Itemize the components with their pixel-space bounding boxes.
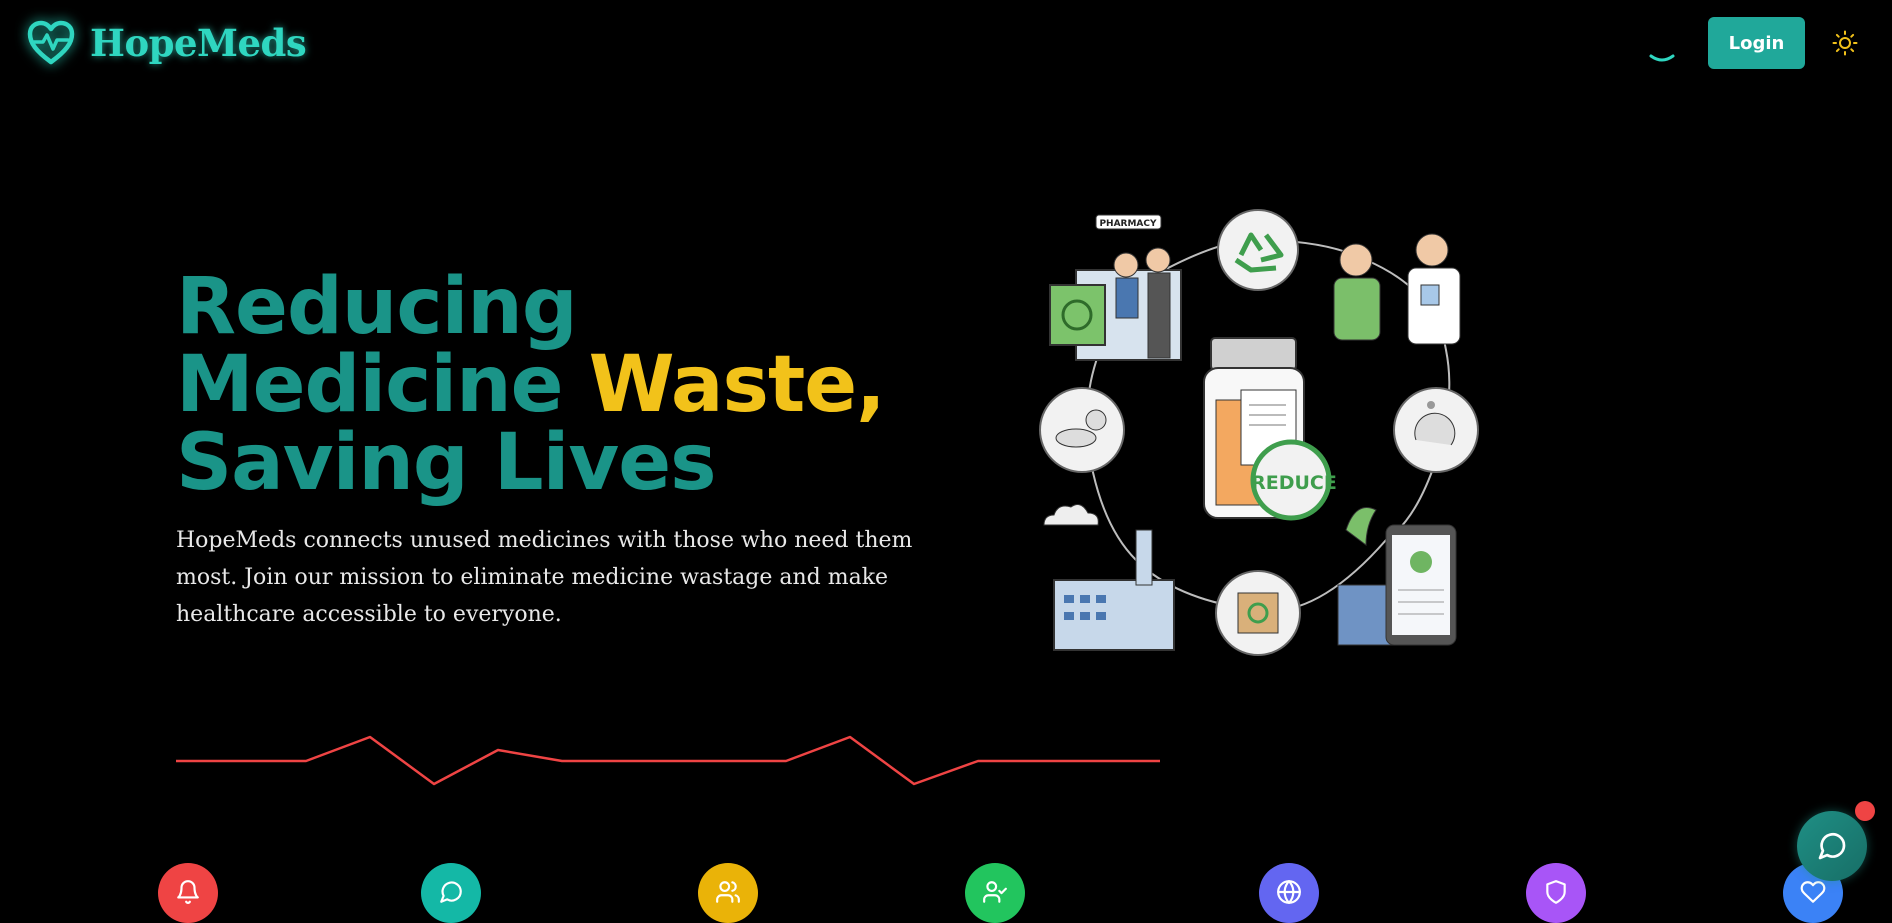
brand-logo[interactable]: HopeMeds	[26, 18, 307, 68]
hero-title-line1: Reducing	[176, 262, 578, 352]
heart-icon	[1800, 881, 1826, 903]
brand-name: HopeMeds	[90, 21, 307, 65]
recycle-circle-top	[1217, 209, 1299, 291]
doctor-patient-scene	[1333, 233, 1461, 345]
feature-shield[interactable]	[1526, 863, 1586, 923]
chevron-down-icon[interactable]	[1648, 52, 1676, 66]
heartbeat-divider	[176, 735, 1160, 786]
pill-circle-right	[1393, 387, 1479, 473]
feature-user-check[interactable]	[965, 863, 1025, 923]
hero-title: Reducing Medicine Waste, Saving Lives	[176, 268, 886, 502]
globe-icon	[1277, 880, 1301, 904]
hero-title-line3: Saving Lives	[176, 418, 717, 508]
phone-app-scene	[1337, 507, 1457, 646]
pharmacy-scene: PHARMACY	[1049, 214, 1182, 361]
notification-dot	[1855, 801, 1875, 821]
medicine-bottle: REDUCE	[1203, 337, 1337, 521]
feature-message[interactable]	[421, 863, 481, 923]
pharmacy-sign: PHARMACY	[1099, 219, 1157, 229]
feature-globe[interactable]	[1259, 863, 1319, 923]
user-check-icon	[983, 881, 1007, 903]
bell-icon	[177, 880, 199, 904]
reduce-badge: REDUCE	[1251, 472, 1337, 494]
hero-subtitle: HopeMeds connects unused medicines with …	[176, 528, 913, 627]
factory-scene	[1043, 504, 1175, 651]
login-button[interactable]: Login	[1708, 17, 1805, 69]
chat-button[interactable]	[1797, 801, 1875, 881]
hero-title-accent: Waste,	[588, 340, 886, 430]
hero-title-line2: Medicine	[176, 340, 589, 430]
feature-users[interactable]	[698, 863, 758, 923]
feature-bell[interactable]	[158, 863, 218, 923]
medicine-cycle-illustration: PHARMACY REDUCE	[1039, 209, 1479, 656]
message-icon	[440, 881, 462, 903]
chat-bubble-icon	[1818, 833, 1846, 860]
sun-icon[interactable]	[1832, 30, 1858, 56]
shield-icon	[1546, 880, 1566, 904]
recycle-box-circle	[1215, 570, 1301, 656]
heart-pulse-icon	[27, 20, 75, 65]
pill-circle-left	[1039, 387, 1125, 473]
users-icon	[716, 881, 740, 903]
